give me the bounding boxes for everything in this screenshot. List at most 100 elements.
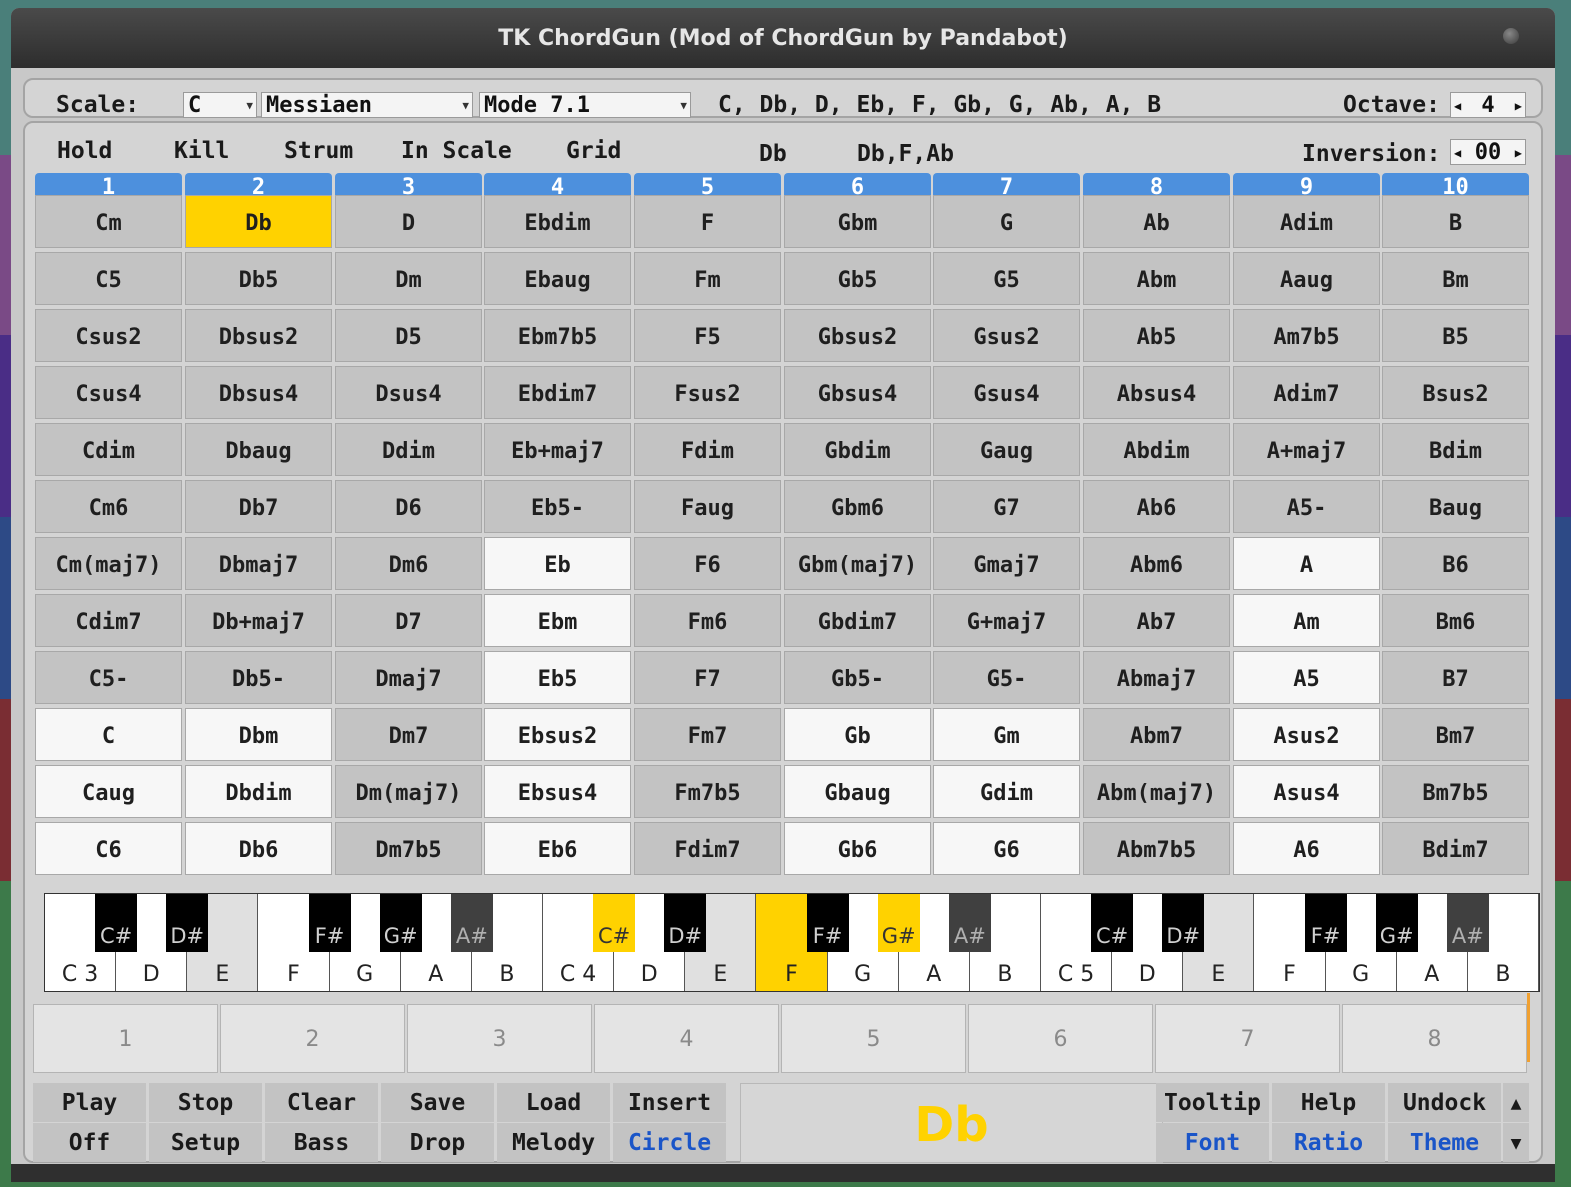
chord-cell[interactable]: Bm7b5 <box>1382 765 1529 818</box>
progression-slot[interactable]: 8 <box>1342 1004 1527 1073</box>
chord-cell[interactable]: Eb5- <box>484 480 631 533</box>
chord-cell[interactable]: Gmaj7 <box>933 537 1080 590</box>
piano-black-key[interactable]: G# <box>379 894 422 952</box>
ratio-button[interactable]: Ratio <box>1272 1123 1385 1162</box>
chord-cell[interactable]: Dbsus2 <box>185 309 332 362</box>
chord-cell[interactable]: Db7 <box>185 480 332 533</box>
grid-toggle[interactable]: Grid <box>566 138 621 164</box>
chord-cell[interactable]: F6 <box>634 537 781 590</box>
chord-cell[interactable]: Fm6 <box>634 594 781 647</box>
octave-stepper[interactable]: ◀ 4 ▶ <box>1450 92 1526 118</box>
play-button[interactable]: Play <box>33 1083 146 1122</box>
chord-cell[interactable]: A5 <box>1233 651 1380 704</box>
tooltip-button[interactable]: Tooltip <box>1156 1083 1269 1122</box>
load-button[interactable]: Load <box>497 1083 610 1122</box>
clear-button[interactable]: Clear <box>265 1083 378 1122</box>
chord-cell[interactable]: Db <box>185 195 332 248</box>
chord-cell[interactable]: Adim7 <box>1233 366 1380 419</box>
chord-cell[interactable]: Cdim7 <box>35 594 182 647</box>
chord-cell[interactable]: Ab <box>1083 195 1230 248</box>
piano-black-key[interactable]: C# <box>95 894 138 952</box>
chord-cell[interactable]: Ebsus2 <box>484 708 631 761</box>
chord-cell[interactable]: Gbdim7 <box>784 594 931 647</box>
chord-cell[interactable]: Asus2 <box>1233 708 1380 761</box>
chord-cell[interactable]: Dm7b5 <box>335 822 482 875</box>
chord-cell[interactable]: Cdim <box>35 423 182 476</box>
piano-black-key[interactable]: F# <box>1304 894 1347 952</box>
arrow-right-icon[interactable]: ▶ <box>1515 93 1522 119</box>
chord-cell[interactable]: Am7b5 <box>1233 309 1380 362</box>
piano-black-key[interactable]: G# <box>877 894 920 952</box>
progression-slot[interactable]: 3 <box>407 1004 592 1073</box>
chord-cell[interactable]: Fm <box>634 252 781 305</box>
chord-cell[interactable]: Db+maj7 <box>185 594 332 647</box>
scroll-down-icon[interactable]: ▼ <box>1503 1123 1529 1162</box>
chord-cell[interactable]: F7 <box>634 651 781 704</box>
chord-cell[interactable]: Db5 <box>185 252 332 305</box>
chord-cell[interactable]: Absus4 <box>1083 366 1230 419</box>
chord-cell[interactable]: Dbsus4 <box>185 366 332 419</box>
chord-cell[interactable]: Adim <box>1233 195 1380 248</box>
piano-black-key[interactable]: G# <box>1375 894 1418 952</box>
chord-cell[interactable]: A <box>1233 537 1380 590</box>
scale-root-dropdown[interactable]: C ▼ <box>183 92 257 118</box>
chord-cell[interactable]: Db5- <box>185 651 332 704</box>
chord-cell[interactable]: Gbm <box>784 195 931 248</box>
in-scale-toggle[interactable]: In Scale <box>401 138 512 164</box>
chord-cell[interactable]: Gsus2 <box>933 309 1080 362</box>
chord-cell[interactable]: Abdim <box>1083 423 1230 476</box>
chord-cell[interactable]: Ebm7b5 <box>484 309 631 362</box>
chord-cell[interactable]: Eb6 <box>484 822 631 875</box>
bass-button[interactable]: Bass <box>265 1123 378 1162</box>
chord-cell[interactable]: Dm7 <box>335 708 482 761</box>
chord-cell[interactable]: B <box>1382 195 1529 248</box>
chord-cell[interactable]: Ebaug <box>484 252 631 305</box>
chord-cell[interactable]: Abmaj7 <box>1083 651 1230 704</box>
chord-cell[interactable]: Gb5- <box>784 651 931 704</box>
chord-cell[interactable]: D7 <box>335 594 482 647</box>
chord-cell[interactable]: Gsus4 <box>933 366 1080 419</box>
piano-black-key[interactable]: A# <box>450 894 493 952</box>
chord-cell[interactable]: A6 <box>1233 822 1380 875</box>
piano-keyboard[interactable]: C 3 D E F G A B C 4 D E F G A B C 5 D E F G A B C# D# F# G# A# C# D… <box>44 893 1540 992</box>
chord-cell[interactable]: Gdim <box>933 765 1080 818</box>
chord-cell[interactable]: G <box>933 195 1080 248</box>
chord-cell[interactable]: Dbm <box>185 708 332 761</box>
chord-cell[interactable]: Dbmaj7 <box>185 537 332 590</box>
chord-cell[interactable]: Dm <box>335 252 482 305</box>
scale-type-dropdown[interactable]: Messiaen ▼ <box>261 92 473 118</box>
drop-button[interactable]: Drop <box>381 1123 494 1162</box>
chord-cell[interactable]: Gbdim <box>784 423 931 476</box>
chord-cell[interactable]: Dbaug <box>185 423 332 476</box>
chord-cell[interactable]: Abm7 <box>1083 708 1230 761</box>
strum-toggle[interactable]: Strum <box>284 138 353 164</box>
piano-black-key[interactable]: A# <box>1446 894 1489 952</box>
chord-cell[interactable]: C5 <box>35 252 182 305</box>
chord-cell[interactable]: Abm(maj7) <box>1083 765 1230 818</box>
chord-cell[interactable]: Gbm6 <box>784 480 931 533</box>
progression-slot[interactable]: 5 <box>781 1004 966 1073</box>
chord-cell[interactable]: Gbsus4 <box>784 366 931 419</box>
chord-cell[interactable]: Dm(maj7) <box>335 765 482 818</box>
chord-cell[interactable]: Bm7 <box>1382 708 1529 761</box>
font-button[interactable]: Font <box>1156 1123 1269 1162</box>
chord-cell[interactable]: Abm <box>1083 252 1230 305</box>
progression-slot[interactable]: 1 <box>33 1004 218 1073</box>
chord-cell[interactable]: Abm7b5 <box>1083 822 1230 875</box>
chord-cell[interactable]: Gbsus2 <box>784 309 931 362</box>
chord-cell[interactable]: Csus4 <box>35 366 182 419</box>
chord-cell[interactable]: Gb5 <box>784 252 931 305</box>
inversion-stepper[interactable]: ◀ 00 ▶ <box>1450 139 1526 165</box>
chord-cell[interactable]: Eb+maj7 <box>484 423 631 476</box>
chord-cell[interactable]: B6 <box>1382 537 1529 590</box>
chord-cell[interactable]: Fm7b5 <box>634 765 781 818</box>
melody-button[interactable]: Melody <box>497 1123 610 1162</box>
piano-black-key[interactable]: C# <box>593 894 636 952</box>
chord-cell[interactable]: Eb <box>484 537 631 590</box>
theme-button[interactable]: Theme <box>1388 1123 1501 1162</box>
chord-cell[interactable]: Asus4 <box>1233 765 1380 818</box>
chord-cell[interactable]: Ebsus4 <box>484 765 631 818</box>
chord-cell[interactable]: D6 <box>335 480 482 533</box>
chord-cell[interactable]: Ebm <box>484 594 631 647</box>
chord-cell[interactable]: F5 <box>634 309 781 362</box>
